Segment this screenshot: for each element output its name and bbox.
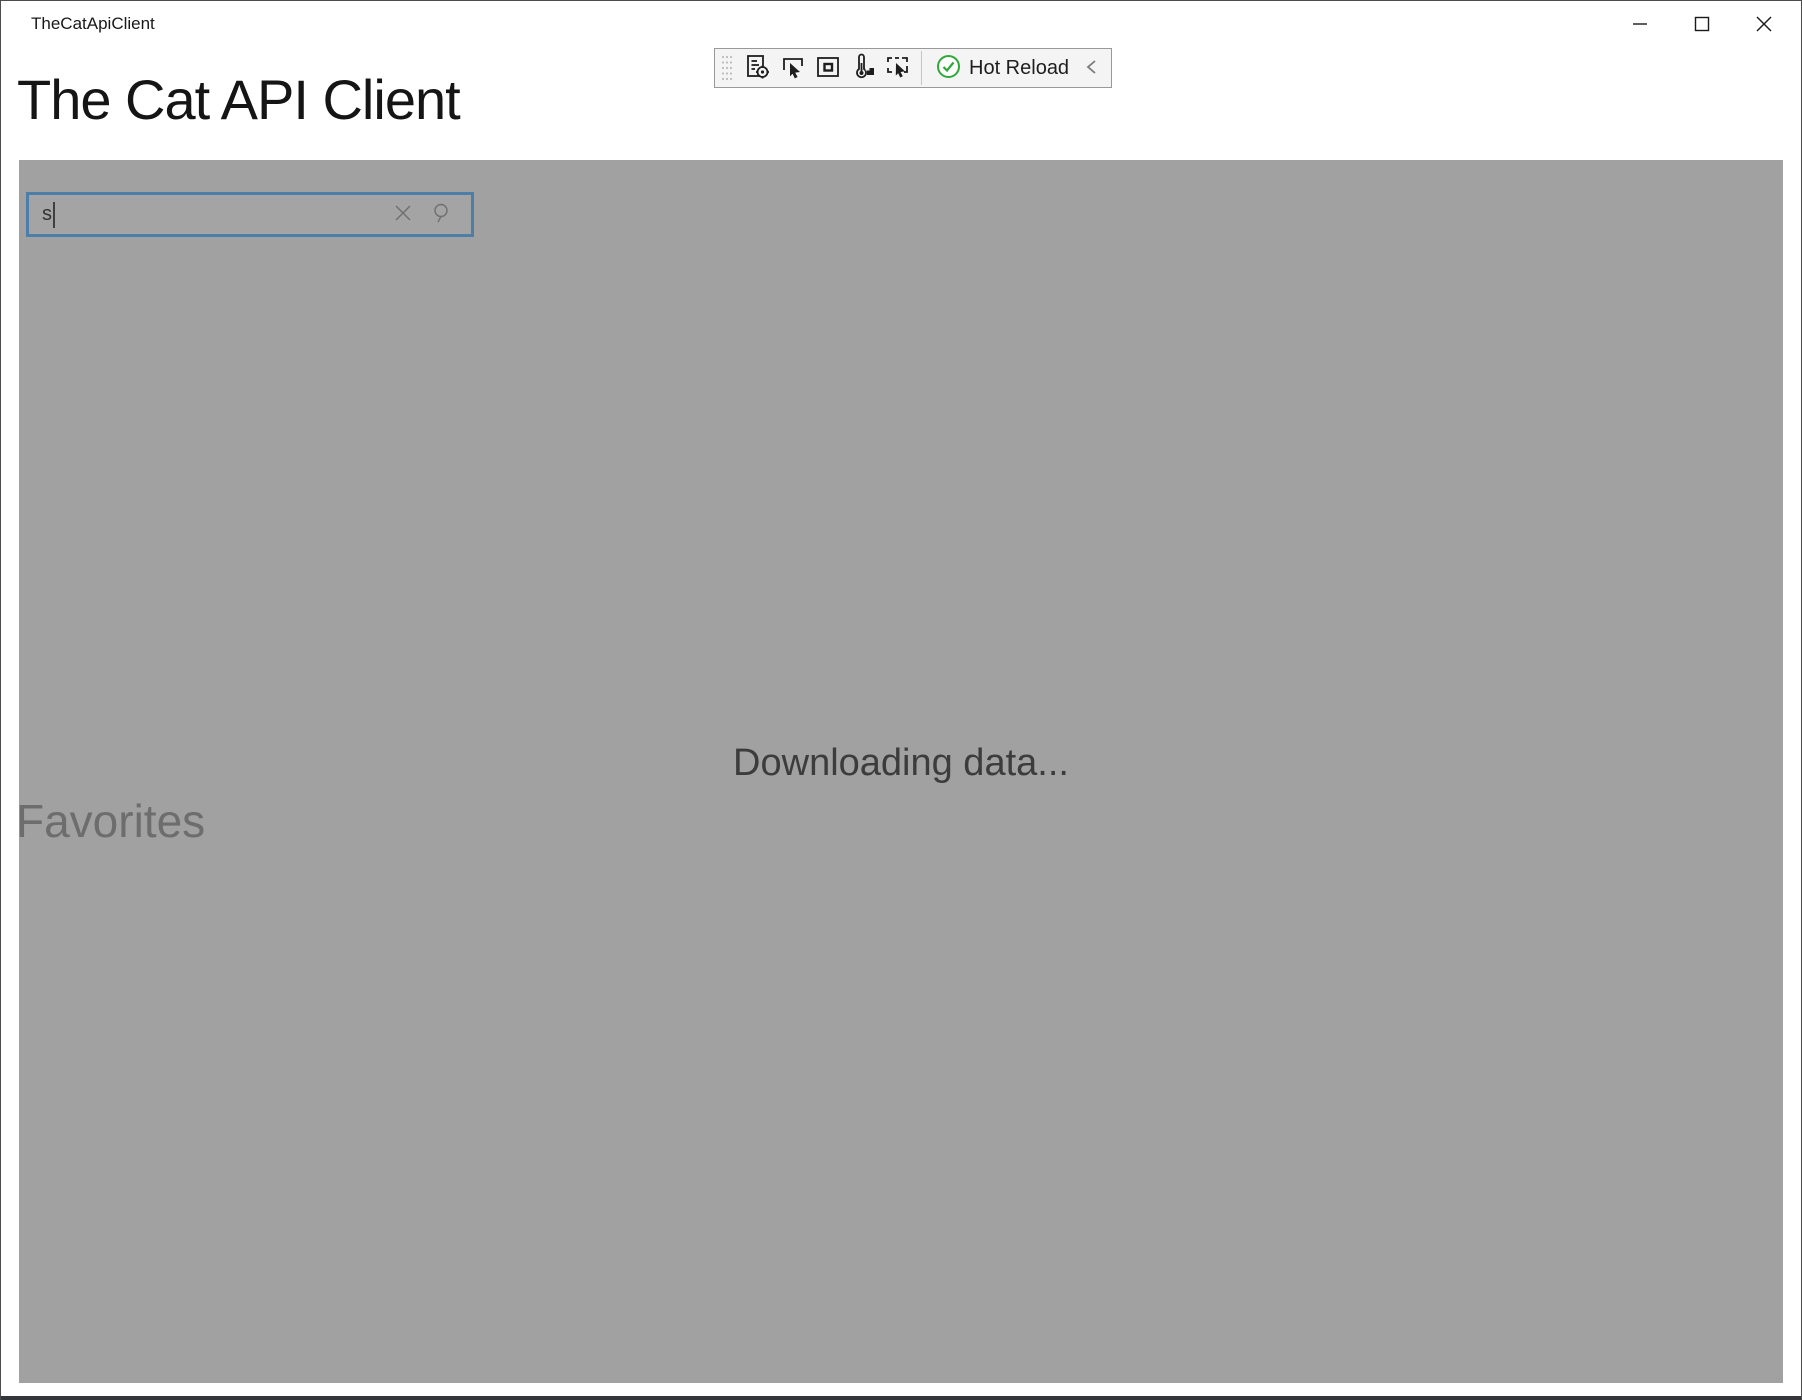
titlebar: TheCatApiClient [1, 1, 1801, 47]
display-layout-adorners-icon [814, 53, 842, 84]
hot-reload-label: Hot Reload [969, 57, 1069, 80]
window-title: TheCatApiClient [31, 14, 155, 34]
minimize-button[interactable] [1609, 1, 1671, 47]
show-layout-hot-path-button[interactable] [845, 52, 880, 84]
maximize-icon [1691, 13, 1713, 35]
select-element-icon [779, 53, 807, 84]
clear-icon [392, 202, 414, 227]
vs-debug-toolbar: Hot Reload [714, 48, 1112, 88]
select-element-button[interactable] [775, 52, 810, 84]
search-input[interactable]: s [26, 192, 474, 237]
display-layout-adorners-button[interactable] [810, 52, 845, 84]
toolbar-grip-handle[interactable] [720, 53, 734, 83]
bottom-taskbar-strip [1, 1396, 1801, 1400]
page-title: The Cat API Client [17, 67, 460, 132]
search-button[interactable] [423, 195, 463, 234]
content-panel: s Downloading data... Fa [19, 160, 1783, 1383]
thermometer-icon [849, 53, 877, 84]
go-to-live-visual-tree-icon [744, 53, 772, 84]
enable-selection-icon [884, 53, 912, 84]
chevron-left-icon [1083, 56, 1101, 81]
hot-reload-status-icon [936, 54, 961, 82]
clear-search-button[interactable] [383, 195, 423, 234]
window-controls [1609, 1, 1795, 47]
favorites-heading: Favorites [16, 794, 205, 848]
close-icon [1753, 13, 1775, 35]
toolbar-separator [921, 51, 922, 85]
go-to-live-visual-tree-button[interactable] [740, 52, 775, 84]
close-button[interactable] [1733, 1, 1795, 47]
maximize-button[interactable] [1671, 1, 1733, 47]
enable-selection-button[interactable] [880, 52, 915, 84]
toolbar-collapse-button[interactable] [1083, 56, 1101, 81]
search-icon [431, 201, 455, 228]
minimize-icon [1629, 13, 1651, 35]
search-input-value: s [29, 203, 52, 226]
downloading-status-text: Downloading data... [19, 742, 1783, 785]
app-window: TheCatApiClient [0, 0, 1802, 1400]
text-caret [53, 202, 55, 228]
hot-reload-button[interactable]: Hot Reload [932, 54, 1073, 82]
